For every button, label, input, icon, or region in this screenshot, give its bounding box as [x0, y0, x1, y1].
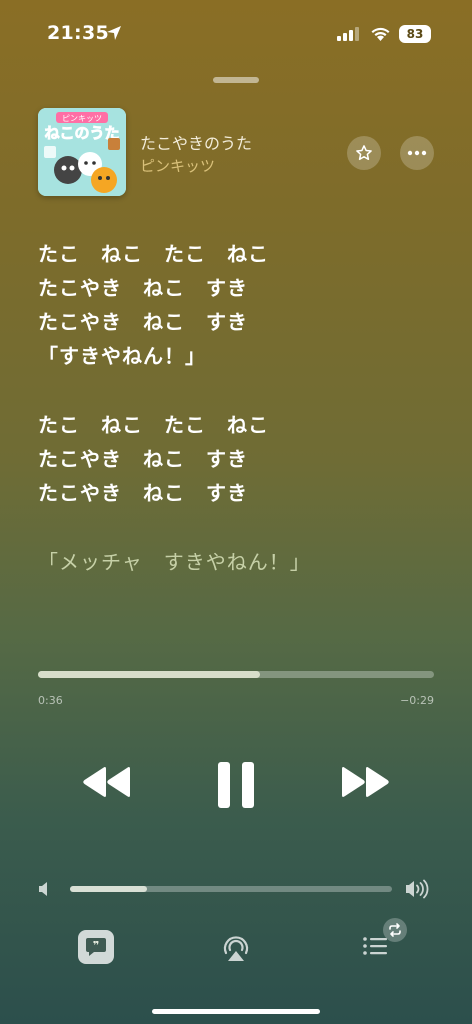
artwork-banner-text: ピンキッツ: [62, 114, 102, 123]
pause-icon: [218, 762, 254, 808]
lyric-line[interactable]: たこやき ねこ すき: [38, 306, 248, 335]
location-arrow-icon: [107, 26, 121, 40]
lyric-line[interactable]: たこやき ねこ すき: [38, 272, 248, 301]
playback-progress-fill: [38, 671, 260, 678]
remaining-time: −0:29: [400, 694, 434, 707]
lyric-line[interactable]: たこ ねこ たこ ねこ: [38, 409, 269, 438]
airplay-icon: [223, 936, 249, 961]
speaker-low-icon: [39, 882, 47, 896]
more-options-button[interactable]: [400, 136, 434, 170]
lyric-line[interactable]: たこやき ねこ すき: [38, 477, 248, 506]
cellular-signal-icon: [337, 27, 359, 41]
lyrics-icon: ❞: [86, 938, 106, 956]
volume-level-fill: [70, 886, 148, 892]
elapsed-time: 0:36: [38, 694, 63, 707]
repeat-icon: [389, 923, 401, 937]
album-artwork: ピンキッツ ねこのうた: [38, 108, 126, 196]
lyric-line[interactable]: 「メッチャ すきやねん！」: [38, 546, 311, 575]
pause-button[interactable]: [214, 760, 258, 814]
speaker-high-icon: [406, 879, 429, 899]
fast-forward-icon: [342, 767, 389, 797]
sheet-grabber[interactable]: [213, 77, 259, 83]
artist-name[interactable]: ピンキッツ: [140, 155, 215, 176]
svg-text:❞: ❞: [93, 939, 99, 952]
rewind-icon: [83, 767, 130, 797]
repeat-badge: [383, 918, 407, 942]
star-icon: [356, 145, 372, 161]
volume-slider[interactable]: [70, 886, 392, 892]
home-indicator[interactable]: [152, 1009, 320, 1014]
lyric-line[interactable]: 「すきやねん！」: [38, 340, 206, 369]
fast-forward-button[interactable]: [340, 766, 390, 802]
lyrics-button[interactable]: ❞: [78, 930, 114, 964]
playback-scrubber[interactable]: [38, 671, 434, 678]
battery-icon: 83: [399, 25, 431, 43]
song-title: たこやきのうた: [140, 134, 253, 153]
favorite-button[interactable]: [347, 136, 381, 170]
airplay-button[interactable]: [220, 933, 252, 967]
rewind-button[interactable]: [82, 766, 132, 802]
more-icon: [407, 150, 427, 156]
wifi-icon: [371, 27, 390, 41]
lyric-line[interactable]: たこ ねこ たこ ねこ: [38, 238, 269, 267]
lyric-line[interactable]: たこやき ねこ すき: [38, 443, 248, 472]
status-time: 21:35: [47, 22, 109, 44]
